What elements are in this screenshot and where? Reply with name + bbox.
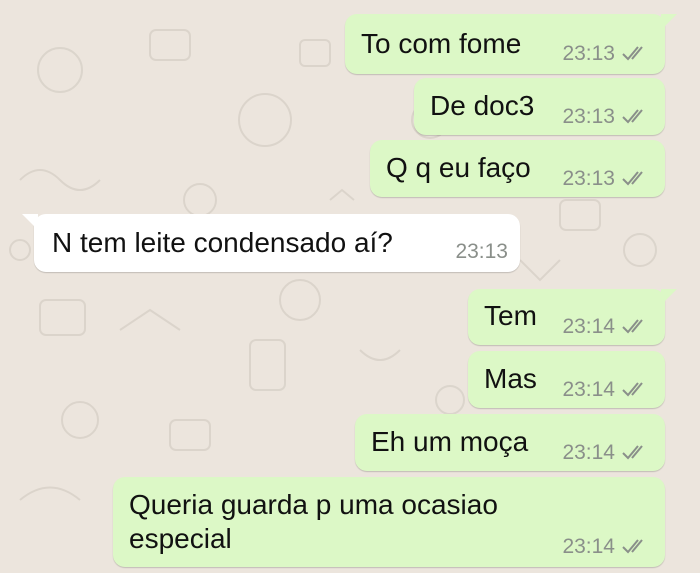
double-check-icon: [622, 45, 643, 60]
message-time: 23:13: [562, 167, 615, 190]
outgoing-message[interactable]: Eh um moça 23:14: [355, 414, 665, 471]
message-text: N tem leite condensado aí?: [52, 227, 393, 258]
double-check-icon: [622, 444, 643, 459]
message-meta: 23:14: [562, 316, 651, 337]
double-check-icon: [622, 538, 643, 553]
message-time: 23:14: [562, 535, 615, 558]
message-time: 23:14: [562, 441, 615, 464]
outgoing-message[interactable]: Queria guarda p uma ocasiao especial 23:…: [113, 477, 665, 567]
double-check-icon: [622, 108, 643, 123]
incoming-message[interactable]: N tem leite condensado aí? 23:13: [22, 214, 520, 272]
message-meta: 23:14: [562, 536, 651, 557]
double-check-icon: [622, 381, 643, 396]
message-text: De doc3: [430, 90, 535, 121]
message-list: To com fome 23:13 De doc3 23:13 Q q eu f…: [0, 0, 700, 573]
message-text: Mas: [484, 363, 537, 394]
message-time: 23:13: [562, 105, 615, 128]
outgoing-message[interactable]: Mas 23:14: [468, 351, 665, 408]
outgoing-message[interactable]: Q q eu faço 23:13: [370, 140, 665, 197]
message-meta: 23:13: [562, 106, 651, 127]
message-meta: 23:13: [455, 241, 508, 262]
message-time: 23:13: [562, 42, 615, 65]
message-meta: 23:14: [562, 442, 651, 463]
message-time: 23:14: [562, 315, 615, 338]
outgoing-message[interactable]: To com fome 23:13: [345, 14, 677, 74]
double-check-icon: [622, 318, 643, 333]
message-time: 23:13: [455, 240, 508, 263]
message-text-line-2: especial: [129, 523, 232, 554]
message-meta: 23:13: [562, 43, 651, 64]
message-text: To com fome: [361, 28, 522, 59]
message-text: Eh um moça: [371, 426, 529, 457]
outgoing-message[interactable]: Tem 23:14: [468, 289, 677, 345]
message-meta: 23:13: [562, 168, 651, 189]
message-text: Tem: [484, 300, 537, 331]
message-meta: 23:14: [562, 379, 651, 400]
message-text: Q q eu faço: [386, 152, 531, 183]
double-check-icon: [622, 170, 643, 185]
message-time: 23:14: [562, 378, 615, 401]
outgoing-message[interactable]: De doc3 23:13: [414, 78, 665, 135]
message-text-line-1: Queria guarda p uma ocasiao: [129, 489, 498, 520]
